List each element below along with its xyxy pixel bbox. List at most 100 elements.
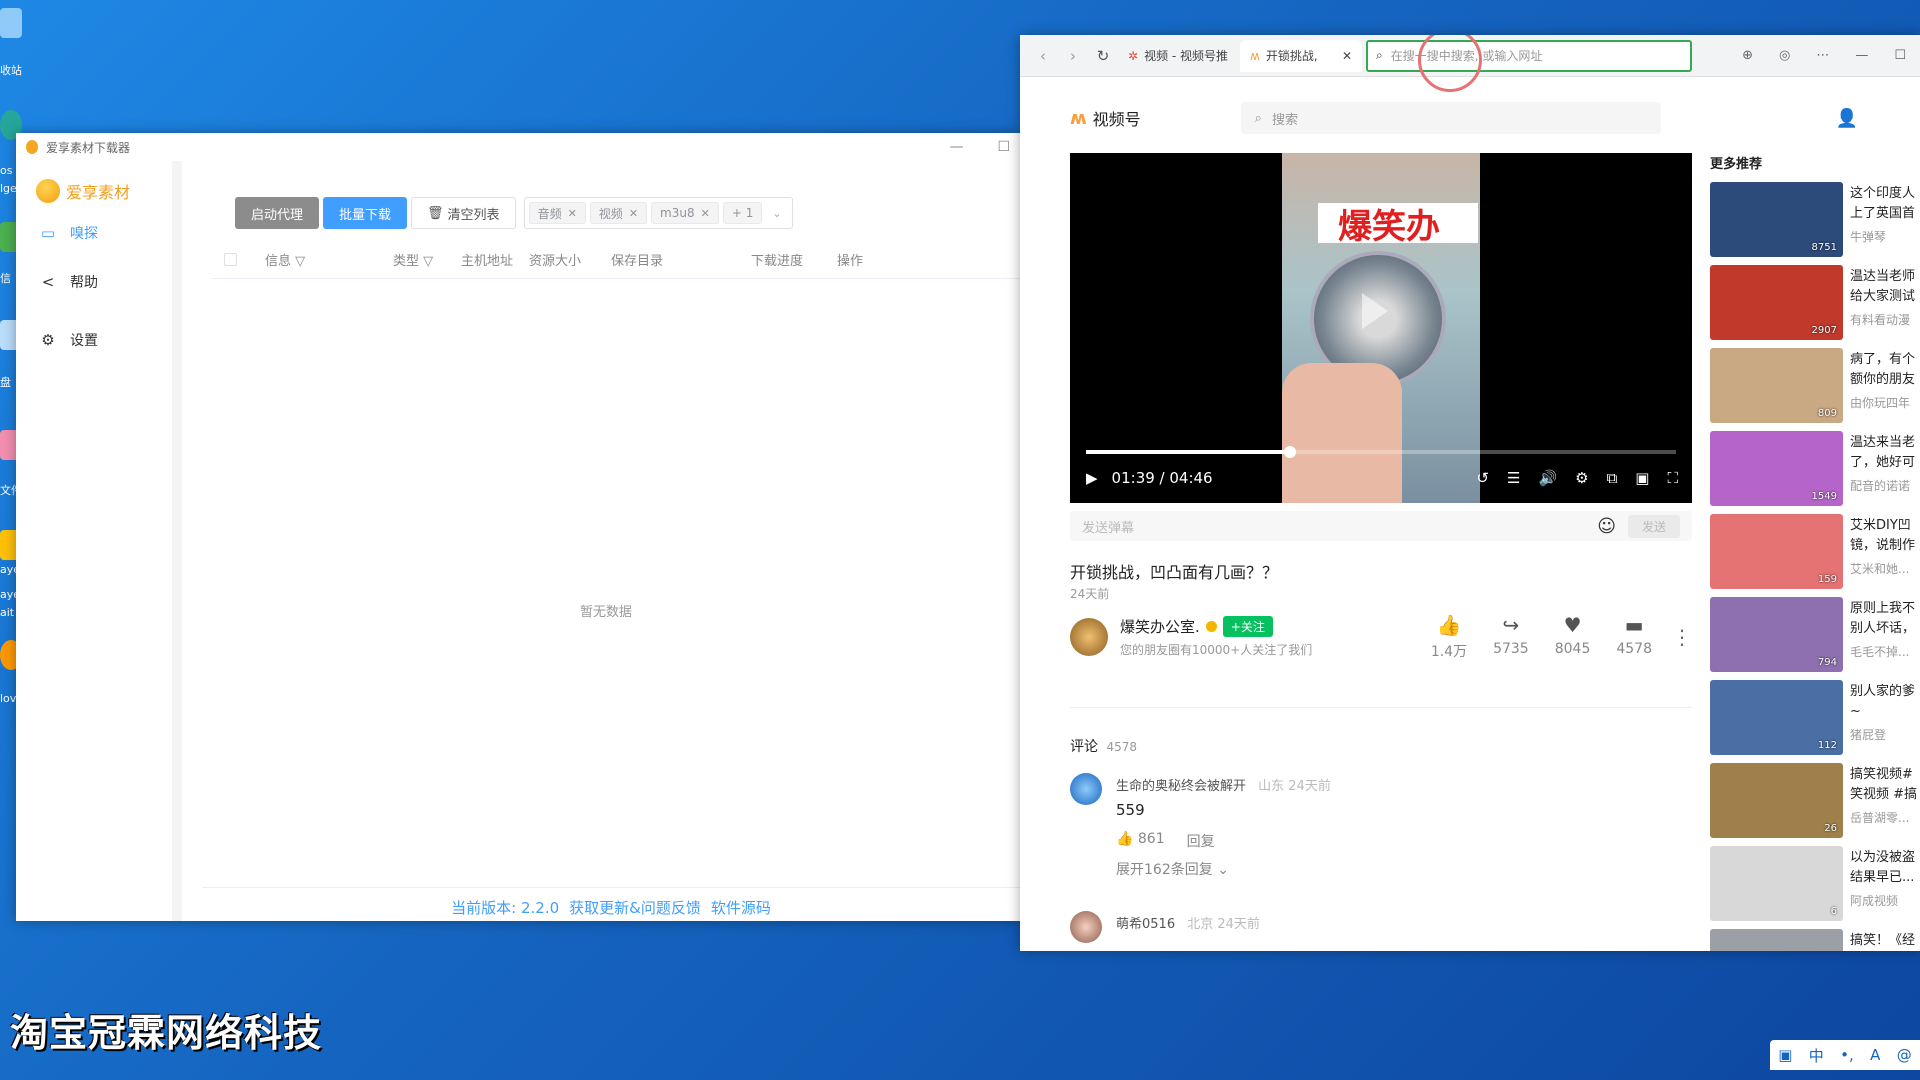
rec-title[interactable]: 艾米DIY凹镜，说制作 — [1850, 516, 1920, 556]
sidebar-item-sniff[interactable]: ▭ 嗅探 — [16, 213, 172, 253]
chevron-down-icon[interactable]: ⌄ — [766, 207, 787, 220]
rec-title[interactable]: 以为没被盗结果早已... — [1850, 848, 1920, 888]
globe-icon[interactable]: ◎ — [1779, 48, 1790, 63]
volume-icon[interactable]: 🔊 — [1538, 469, 1557, 487]
tab-videos[interactable]: ✲ 视频 - 视频号推 — [1118, 40, 1240, 72]
forward-icon[interactable]: › — [1058, 47, 1088, 65]
type-filter-select[interactable]: 音频 ✕ 视频 ✕ m3u8 ✕ + 1 ⌄ — [523, 197, 793, 229]
comment-like-button[interactable]: 👍 861 — [1116, 831, 1165, 851]
heart-stat[interactable]: ♥ 8045 — [1555, 613, 1591, 661]
rec-item[interactable]: 1549 温达来当老了，她好可 配音的诺诺 — [1710, 431, 1920, 514]
rec-item[interactable]: 112 别人家的爹~ 猪屁登 — [1710, 680, 1920, 763]
clear-list-button[interactable]: 🗑 清空列表 — [411, 197, 516, 229]
rec-title[interactable]: 温达当老师给大家测试 — [1850, 267, 1920, 307]
author-name[interactable]: 爆笑办公室. — [1120, 616, 1200, 637]
video-player[interactable]: 爆笑办 ▶ 01:39 / 04:46 ↺ ☰ 🔊 ⚙ ⧉ ▣ ⛶ — [1070, 153, 1692, 503]
rec-item[interactable]: 809 病了，有个额你的朋友 由你玩四年 — [1710, 348, 1920, 431]
maximize-icon[interactable]: ☐ — [1894, 48, 1906, 63]
follow-button[interactable]: +关注 — [1222, 616, 1273, 637]
progress-bar[interactable] — [1086, 446, 1676, 458]
rec-title[interactable]: 这个印度人上了英国首 — [1850, 184, 1920, 224]
close-icon[interactable]: ✕ — [701, 207, 710, 220]
rec-thumbnail[interactable]: 2907 — [1710, 265, 1843, 340]
play-overlay-icon[interactable] — [1362, 293, 1388, 329]
user-icon[interactable]: 👤 — [1836, 108, 1858, 129]
more-options-icon[interactable]: ⋮ — [1672, 625, 1692, 649]
rec-thumbnail[interactable]: 809 — [1710, 348, 1843, 423]
rec-thumbnail[interactable]: 1549 — [1710, 431, 1843, 506]
rec-thumbnail[interactable]: 26 — [1710, 763, 1843, 838]
emoji-icon[interactable]: ☺ — [1597, 516, 1616, 537]
refresh-icon[interactable]: ↻ — [1088, 47, 1118, 65]
rec-thumbnail[interactable]: 6 — [1710, 846, 1843, 921]
downloader-titlebar[interactable]: 爱享素材下载器 — ☐ — [16, 133, 1020, 161]
rec-item[interactable]: 2907 温达当老师给大家测试 有料看动漫 — [1710, 265, 1920, 348]
widescreen-icon[interactable]: ▣ — [1635, 469, 1649, 487]
rec-item[interactable]: 6 以为没被盗结果早已... 阿成视频 — [1710, 846, 1920, 929]
rec-thumbnail[interactable] — [1710, 929, 1843, 951]
comment-avatar[interactable] — [1070, 911, 1102, 943]
download-icon[interactable]: ⊕ — [1742, 48, 1753, 63]
font-icon[interactable]: A — [1870, 1046, 1880, 1064]
share-stat[interactable]: ↪ 5735 — [1493, 613, 1529, 661]
source-link[interactable]: 软件源码 — [711, 897, 771, 918]
column-type[interactable]: 类型 ▽ — [393, 250, 461, 269]
rec-title[interactable]: 原则上我不别人坏话， — [1850, 599, 1920, 639]
update-link[interactable]: 获取更新&问题反馈 — [569, 897, 701, 918]
rewind-10-icon[interactable]: ↺ — [1476, 469, 1489, 487]
rec-item[interactable]: 794 原则上我不别人坏话， 毛毛不掉... — [1710, 597, 1920, 680]
tray-settings-icon[interactable]: @ — [1897, 1046, 1912, 1064]
tab-current[interactable]: ʍ 开锁挑战, ✕ — [1240, 39, 1362, 72]
batch-download-button[interactable]: 批量下载 — [323, 197, 408, 229]
ime-indicator[interactable]: 中 — [1809, 1045, 1824, 1066]
recycle-bin-icon[interactable] — [0, 8, 22, 38]
rec-title[interactable]: 别人家的爹~ — [1850, 682, 1920, 722]
start-proxy-button[interactable]: 启动代理 — [235, 197, 320, 229]
rec-title[interactable]: 温达来当老了，她好可 — [1850, 433, 1920, 473]
comment-user[interactable]: 生命的奥秘终会被解开 — [1116, 779, 1246, 794]
filter-tag[interactable]: m3u8 ✕ — [651, 202, 719, 224]
comment-reply-button[interactable]: 回复 — [1187, 831, 1215, 851]
danmu-send-button[interactable]: 发送 — [1627, 514, 1680, 538]
close-icon[interactable]: ✕ — [568, 207, 577, 220]
tray-app-icon[interactable]: ▣ — [1778, 1046, 1792, 1064]
site-search-input[interactable]: ⌕ 搜索 — [1240, 102, 1661, 134]
back-icon[interactable]: ‹ — [1028, 47, 1058, 65]
fullscreen-icon[interactable]: ⛶ — [1667, 469, 1678, 487]
rec-item[interactable]: 搞笑！《经 — [1710, 929, 1920, 951]
filter-tag[interactable]: 视频 ✕ — [589, 202, 648, 224]
settings-icon[interactable]: ⚙ — [1575, 469, 1588, 487]
rec-item[interactable]: 26 搞笑视频#笑视频 #搞 岳普湖零... — [1710, 763, 1920, 846]
comment-user[interactable]: 萌希0516 — [1116, 917, 1175, 932]
filter-tag[interactable]: 音频 ✕ — [528, 202, 586, 224]
close-icon[interactable]: ✕ — [629, 207, 638, 220]
like-stat[interactable]: 👍 1.4万 — [1431, 613, 1467, 661]
rec-title[interactable]: 病了，有个额你的朋友 — [1850, 350, 1920, 390]
maximize-icon[interactable]: ☐ — [997, 139, 1010, 155]
rec-title[interactable]: 搞笑视频#笑视频 #搞 — [1850, 765, 1920, 805]
sidebar-item-help[interactable]: < 帮助 — [16, 253, 172, 311]
select-all-checkbox[interactable] — [224, 253, 237, 266]
rec-thumbnail[interactable]: 8751 — [1710, 182, 1843, 257]
rec-item[interactable]: 159 艾米DIY凹镜，说制作 艾米和她... — [1710, 514, 1920, 597]
rec-item[interactable]: 8751 这个印度人上了英国首 牛弹琴 — [1710, 182, 1920, 265]
site-logo[interactable]: ʍ 视频号 — [1070, 106, 1141, 130]
rec-thumbnail[interactable]: 159 — [1710, 514, 1843, 589]
author-avatar[interactable] — [1070, 618, 1108, 656]
address-bar[interactable]: ⌕ 在搜一搜中搜索, 或输入网址 — [1366, 35, 1692, 92]
column-info[interactable]: 信息 ▽ — [265, 250, 393, 269]
danmu-toggle-icon[interactable]: ☰ — [1507, 469, 1520, 487]
comment-stat[interactable]: ▬ 4578 — [1616, 613, 1652, 661]
pip-icon[interactable]: ⧉ — [1607, 469, 1618, 487]
comment-avatar[interactable] — [1070, 773, 1102, 805]
sidebar-item-settings[interactable]: ⚙ 设置 — [16, 311, 172, 369]
close-tab-icon[interactable]: ✕ — [1342, 49, 1352, 63]
expand-replies-link[interactable]: 展开162条回复 ⌄ — [1116, 859, 1229, 879]
rec-thumbnail[interactable]: 112 — [1710, 680, 1843, 755]
punctuation-icon[interactable]: •, — [1840, 1046, 1854, 1064]
rec-title[interactable]: 搞笑！《经 — [1850, 931, 1920, 951]
menu-dots-icon[interactable]: ⋯ — [1816, 48, 1829, 63]
version-link[interactable]: 当前版本: 2.2.0 — [451, 897, 559, 918]
rec-thumbnail[interactable]: 794 — [1710, 597, 1843, 672]
play-icon[interactable]: ▶ — [1086, 469, 1098, 487]
